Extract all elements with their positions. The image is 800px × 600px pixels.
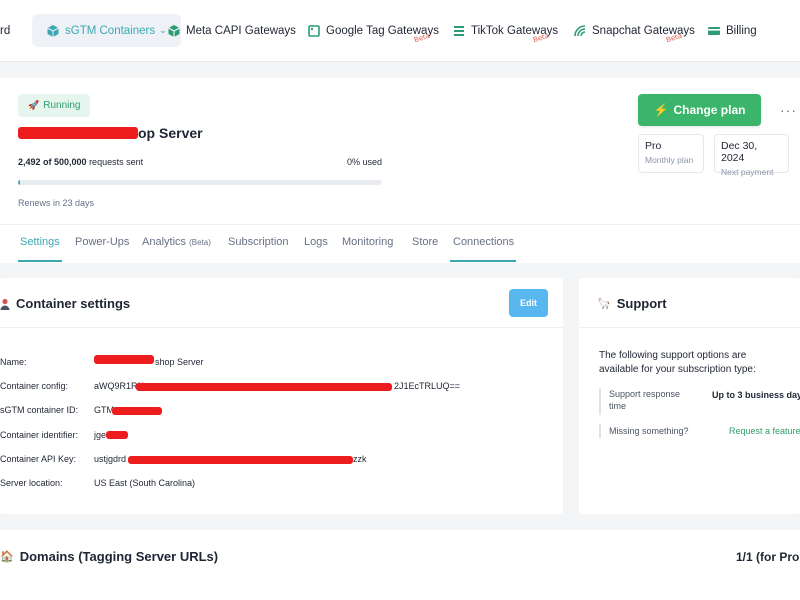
usage-progress-bar: [18, 180, 382, 185]
renewal-text: Renews in 23 days: [18, 198, 95, 208]
nav-item-partial-label: rd: [0, 24, 11, 37]
tag-icon: [308, 24, 320, 37]
nav-item-label: Meta CAPI Gateways: [186, 24, 296, 37]
support-title-label: Support: [616, 296, 667, 311]
change-plan-label: Change plan: [673, 103, 746, 117]
chevron-down-icon: ⌄: [159, 25, 167, 35]
missing-something-label: Missing something?: [599, 424, 689, 438]
domains-card: [0, 530, 800, 600]
plan-card: Pro Monthly plan: [638, 134, 704, 173]
plan-value: Pro: [645, 140, 662, 152]
container-api-key-value: ustjgdrd: [94, 454, 127, 464]
tab-analytics-label: Analytics: [142, 236, 187, 248]
redaction-mark: [112, 407, 162, 415]
tab-power-ups[interactable]: Power-Ups: [75, 236, 129, 248]
page-title: op Server: [138, 125, 203, 141]
tab-store[interactable]: Store: [412, 236, 438, 248]
settings-title-label: Container settings: [16, 296, 131, 311]
next-payment-value: Dec 30, 2024: [721, 140, 758, 164]
active-tab-indicator: [18, 260, 62, 262]
nav-item-meta-capi[interactable]: Meta CAPI Gateways: [167, 14, 296, 47]
redaction-mark: [136, 383, 392, 391]
next-payment-card: Dec 30, 2024 Next payment: [714, 134, 789, 177]
requests-sent-suffix: requests sent: [86, 157, 144, 167]
more-options-icon[interactable]: ···: [780, 102, 797, 118]
sgtm-container-id-label: sGTM container ID:: [0, 405, 79, 415]
cube-icon: [47, 24, 59, 37]
container-identifier-value: jge: [94, 430, 107, 440]
name-label: Name:: [0, 357, 27, 367]
redaction-mark: [18, 127, 138, 139]
next-payment-label: Next payment: [721, 167, 774, 177]
divider: [0, 327, 563, 328]
status-badge: 🚀 Running: [18, 94, 91, 117]
redaction-mark: [94, 355, 154, 364]
support-response-time-label: Support response time: [599, 388, 699, 415]
nav-item-tiktok[interactable]: TikTok Gateways: [452, 14, 558, 47]
nav-item-snapchat[interactable]: Snapchat Gateways: [573, 14, 695, 47]
domains-title-label: Domains (Tagging Server URLs): [19, 549, 219, 564]
cube-icon: [168, 24, 180, 37]
tab-connections[interactable]: Connections: [453, 236, 514, 248]
nav-item-label: Billing: [726, 24, 757, 37]
divider: [579, 327, 800, 328]
house-icon: 🏠: [0, 551, 14, 563]
nav-item-billing[interactable]: Billing: [707, 14, 757, 47]
container-identifier-label: Container identifier:: [0, 430, 79, 440]
nav-item-sgtm-containers[interactable]: sGTM Containers ⌄: [32, 14, 181, 47]
support-title: 🦙 Support: [597, 296, 667, 311]
requests-sent-text: 2,492 of 500,000 requests sent: [18, 157, 143, 167]
container-api-key-value-tail: zzk: [353, 454, 367, 464]
container-config-label: Container config:: [0, 381, 69, 391]
settings-title: Container settings: [0, 296, 130, 311]
domains-title: 🏠 Domains (Tagging Server URLs): [0, 549, 218, 564]
status-badge-label: Running: [43, 100, 81, 111]
user-icon: [0, 298, 10, 310]
edit-button[interactable]: Edit: [509, 289, 548, 317]
rocket-icon: 🚀: [28, 100, 40, 110]
server-location-label: Server location:: [0, 478, 63, 488]
tab-monitoring[interactable]: Monitoring: [342, 236, 393, 248]
tab-analytics-badge: (Beta): [189, 238, 211, 247]
wave-icon: [574, 24, 586, 36]
nav-item-partial[interactable]: rd: [0, 14, 10, 47]
requests-sent-value: 2,492 of 500,000: [18, 157, 87, 167]
container-settings-card: [0, 278, 563, 514]
card-icon: [708, 26, 720, 35]
name-value: shop Server: [155, 357, 204, 367]
usage-percent: 0% used: [347, 157, 383, 167]
support-description: The following support options are availa…: [599, 350, 756, 375]
tab-analytics[interactable]: Analytics (Beta): [142, 236, 211, 248]
support-icon: 🦙: [597, 298, 611, 310]
tab-logs[interactable]: Logs: [304, 236, 328, 248]
support-response-time-value: Up to 3 business days: [712, 390, 800, 400]
tab-hover-indicator: [450, 260, 516, 262]
container-api-key-label: Container API Key:: [0, 454, 77, 464]
tab-subscription[interactable]: Subscription: [228, 236, 289, 248]
sgtm-container-id-value: GTM: [94, 405, 114, 415]
lightning-icon: ⚡: [653, 103, 669, 117]
change-plan-button[interactable]: ⚡ Change plan: [638, 94, 761, 126]
redaction-mark: [128, 456, 353, 464]
tab-settings[interactable]: Settings: [20, 236, 60, 248]
container-config-value-tail: 2J1EcTRLUQ==: [394, 381, 461, 391]
usage-progress-fill: [18, 180, 20, 185]
plan-label: Monthly plan: [645, 155, 694, 165]
domains-count: 1/1 (for Pro: [736, 550, 800, 564]
server-location-value: US East (South Carolina): [94, 478, 196, 488]
redaction-mark: [106, 431, 128, 439]
stack-icon: [454, 25, 464, 36]
nav-item-label: sGTM Containers: [65, 24, 156, 37]
request-feature-link[interactable]: Request a feature: [729, 426, 800, 436]
